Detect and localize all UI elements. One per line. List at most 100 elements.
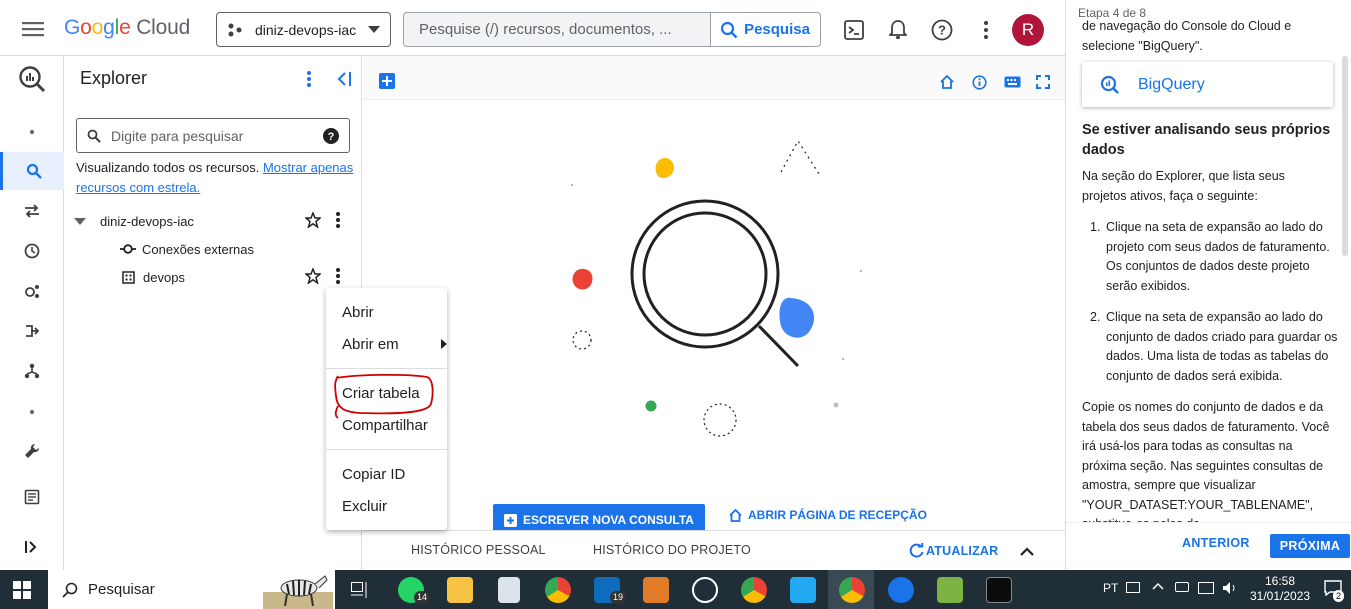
top-bar: Google Cloud diniz-devops-iac Pesquise (… [0, 0, 1065, 56]
file-explorer-icon[interactable] [447, 577, 473, 603]
google-cloud-logo[interactable]: Google Cloud [64, 16, 190, 40]
tree-external-connections[interactable]: Conexões externas [120, 238, 254, 260]
windows-start-icon[interactable] [12, 580, 32, 600]
chevron-up-icon[interactable] [1019, 543, 1035, 559]
star-project-icon[interactable] [304, 211, 322, 229]
task-view-icon[interactable] [350, 580, 370, 600]
home-icon [729, 508, 742, 522]
analytics-hub-icon[interactable] [0, 272, 64, 310]
expand-arrow-icon[interactable] [74, 217, 86, 225]
bigquery-card[interactable]: BigQuery [1082, 62, 1333, 107]
project-picker[interactable]: diniz-devops-iac [216, 12, 391, 47]
tutorial-panel: Etapa 4 de 8 de navegação do Console do … [1065, 0, 1351, 570]
next-button[interactable]: PRÓXIMA [1270, 534, 1350, 558]
dot-separator-icon [0, 113, 64, 151]
fullscreen-icon[interactable] [1035, 74, 1051, 90]
project-actions-icon[interactable] [332, 211, 344, 229]
blue-blob [779, 297, 815, 338]
workspace-toolbar [363, 56, 1065, 100]
tree-dataset-row[interactable]: devops [122, 266, 185, 288]
data-lineage-icon[interactable] [0, 352, 64, 390]
dataform-icon[interactable] [0, 312, 64, 350]
yellow-blob [655, 158, 674, 179]
menu-item-delete[interactable]: Excluir [342, 498, 387, 515]
help-icon[interactable]: ? [930, 18, 954, 42]
collapse-panel-icon[interactable] [334, 68, 354, 90]
open-welcome-page-button[interactable]: ABRIR PÁGINA DE RECEPÇÃO [729, 508, 927, 522]
maps-icon[interactable] [888, 577, 914, 603]
svg-text:?: ? [328, 131, 335, 143]
help-filled-icon[interactable]: ? [323, 127, 339, 144]
expand-nav-icon[interactable] [0, 528, 64, 566]
scheduled-queries-icon[interactable] [0, 232, 64, 270]
taskbar-search[interactable]: Pesquisar [48, 570, 335, 609]
explorer-search-input[interactable]: Digite para pesquisar ? [76, 118, 350, 153]
green-dot [645, 400, 657, 412]
release-notes-icon[interactable] [0, 478, 64, 516]
tutorial-list-item-2: Clique na seta de expansão ao lado do co… [1106, 310, 1338, 383]
dotted-circle-large [703, 403, 737, 437]
chrome-icon[interactable] [545, 577, 571, 603]
hamburger-menu-icon[interactable] [18, 16, 48, 42]
keyboard-tray-icon[interactable] [1126, 582, 1140, 593]
explorer-more-icon[interactable] [302, 68, 316, 90]
bigquery-product-icon[interactable] [0, 60, 64, 98]
nav-explorer[interactable] [0, 152, 64, 190]
obs-icon[interactable] [692, 577, 718, 603]
avatar[interactable]: R [1012, 14, 1044, 46]
menu-item-copy-id[interactable]: Copiar ID [342, 466, 405, 483]
tray-chevron-icon[interactable] [1152, 582, 1164, 590]
network-icon[interactable] [1198, 582, 1214, 594]
tab-project-history[interactable]: HISTÓRICO DO PROJETO [593, 543, 751, 557]
tutorial-paragraph-1: Na seção do Explorer, que lista seus pro… [1082, 169, 1285, 203]
add-box-icon [504, 513, 518, 527]
home-icon[interactable] [939, 74, 955, 90]
dataset-actions-icon[interactable] [332, 267, 344, 285]
calculator-icon[interactable] [498, 577, 520, 603]
global-search-input[interactable]: Pesquise (/) recursos, documentos, ... [403, 12, 711, 47]
history-tabs: HISTÓRICO PESSOAL HISTÓRICO DO PROJETO A… [363, 530, 1065, 570]
refresh-button[interactable]: ATUALIZAR [909, 543, 998, 558]
transfers-icon[interactable] [0, 192, 64, 230]
more-vert-icon[interactable] [976, 18, 996, 42]
explorer-info: Visualizando todos os recursos. Mostrar … [76, 160, 354, 195]
cloud-shell-icon[interactable] [842, 18, 866, 42]
language-indicator[interactable]: PT [1103, 581, 1118, 595]
chrome-active-icon[interactable] [839, 577, 865, 603]
project-icon [228, 23, 242, 36]
vscode-icon[interactable] [790, 577, 816, 603]
star-dataset-icon[interactable] [304, 267, 322, 285]
caret-down-icon [368, 26, 381, 33]
windows-taskbar: Pesquisar 14 19 PT 16:58 31/01/2023 2 [0, 570, 1351, 609]
volume-icon[interactable] [1222, 581, 1238, 595]
app-icon[interactable] [643, 577, 669, 603]
svg-text:?: ? [938, 23, 946, 38]
battery-icon[interactable] [1175, 582, 1189, 592]
search-icon [720, 21, 738, 38]
notifications-icon[interactable] [886, 18, 910, 42]
tutorial-heading: Se estiver analisando seus próprios dado… [1082, 122, 1331, 158]
magnifier-outer-ring [630, 199, 780, 349]
keyboard-icon[interactable] [1003, 75, 1021, 89]
wrench-icon[interactable] [0, 432, 64, 470]
add-tab-icon[interactable] [379, 73, 395, 89]
panel-scrollbar[interactable] [1342, 56, 1348, 256]
zebra-search-highlight-icon [263, 575, 333, 609]
menu-item-open-in[interactable]: Abrir em [342, 336, 447, 353]
tutorial-list-item-1: Clique na seta de expansão ao lado do pr… [1106, 220, 1330, 293]
dotted-triangle [780, 139, 820, 175]
system-clock[interactable]: 16:58 31/01/2023 [1250, 574, 1310, 604]
chrome-profile-icon[interactable] [741, 577, 767, 603]
tab-personal-history[interactable]: HISTÓRICO PESSOAL [411, 543, 546, 557]
search-icon [26, 163, 42, 179]
grey-speck [842, 358, 844, 360]
notepad-icon[interactable] [937, 577, 963, 603]
info-icon[interactable] [971, 74, 987, 90]
bigquery-icon [1100, 75, 1119, 94]
menu-item-open[interactable]: Abrir [342, 304, 374, 321]
search-button[interactable]: Pesquisa [710, 12, 821, 47]
previous-button[interactable]: ANTERIOR [1182, 536, 1250, 550]
refresh-icon [909, 543, 924, 558]
terminal-icon[interactable] [986, 577, 1012, 603]
grey-speck [860, 270, 862, 272]
